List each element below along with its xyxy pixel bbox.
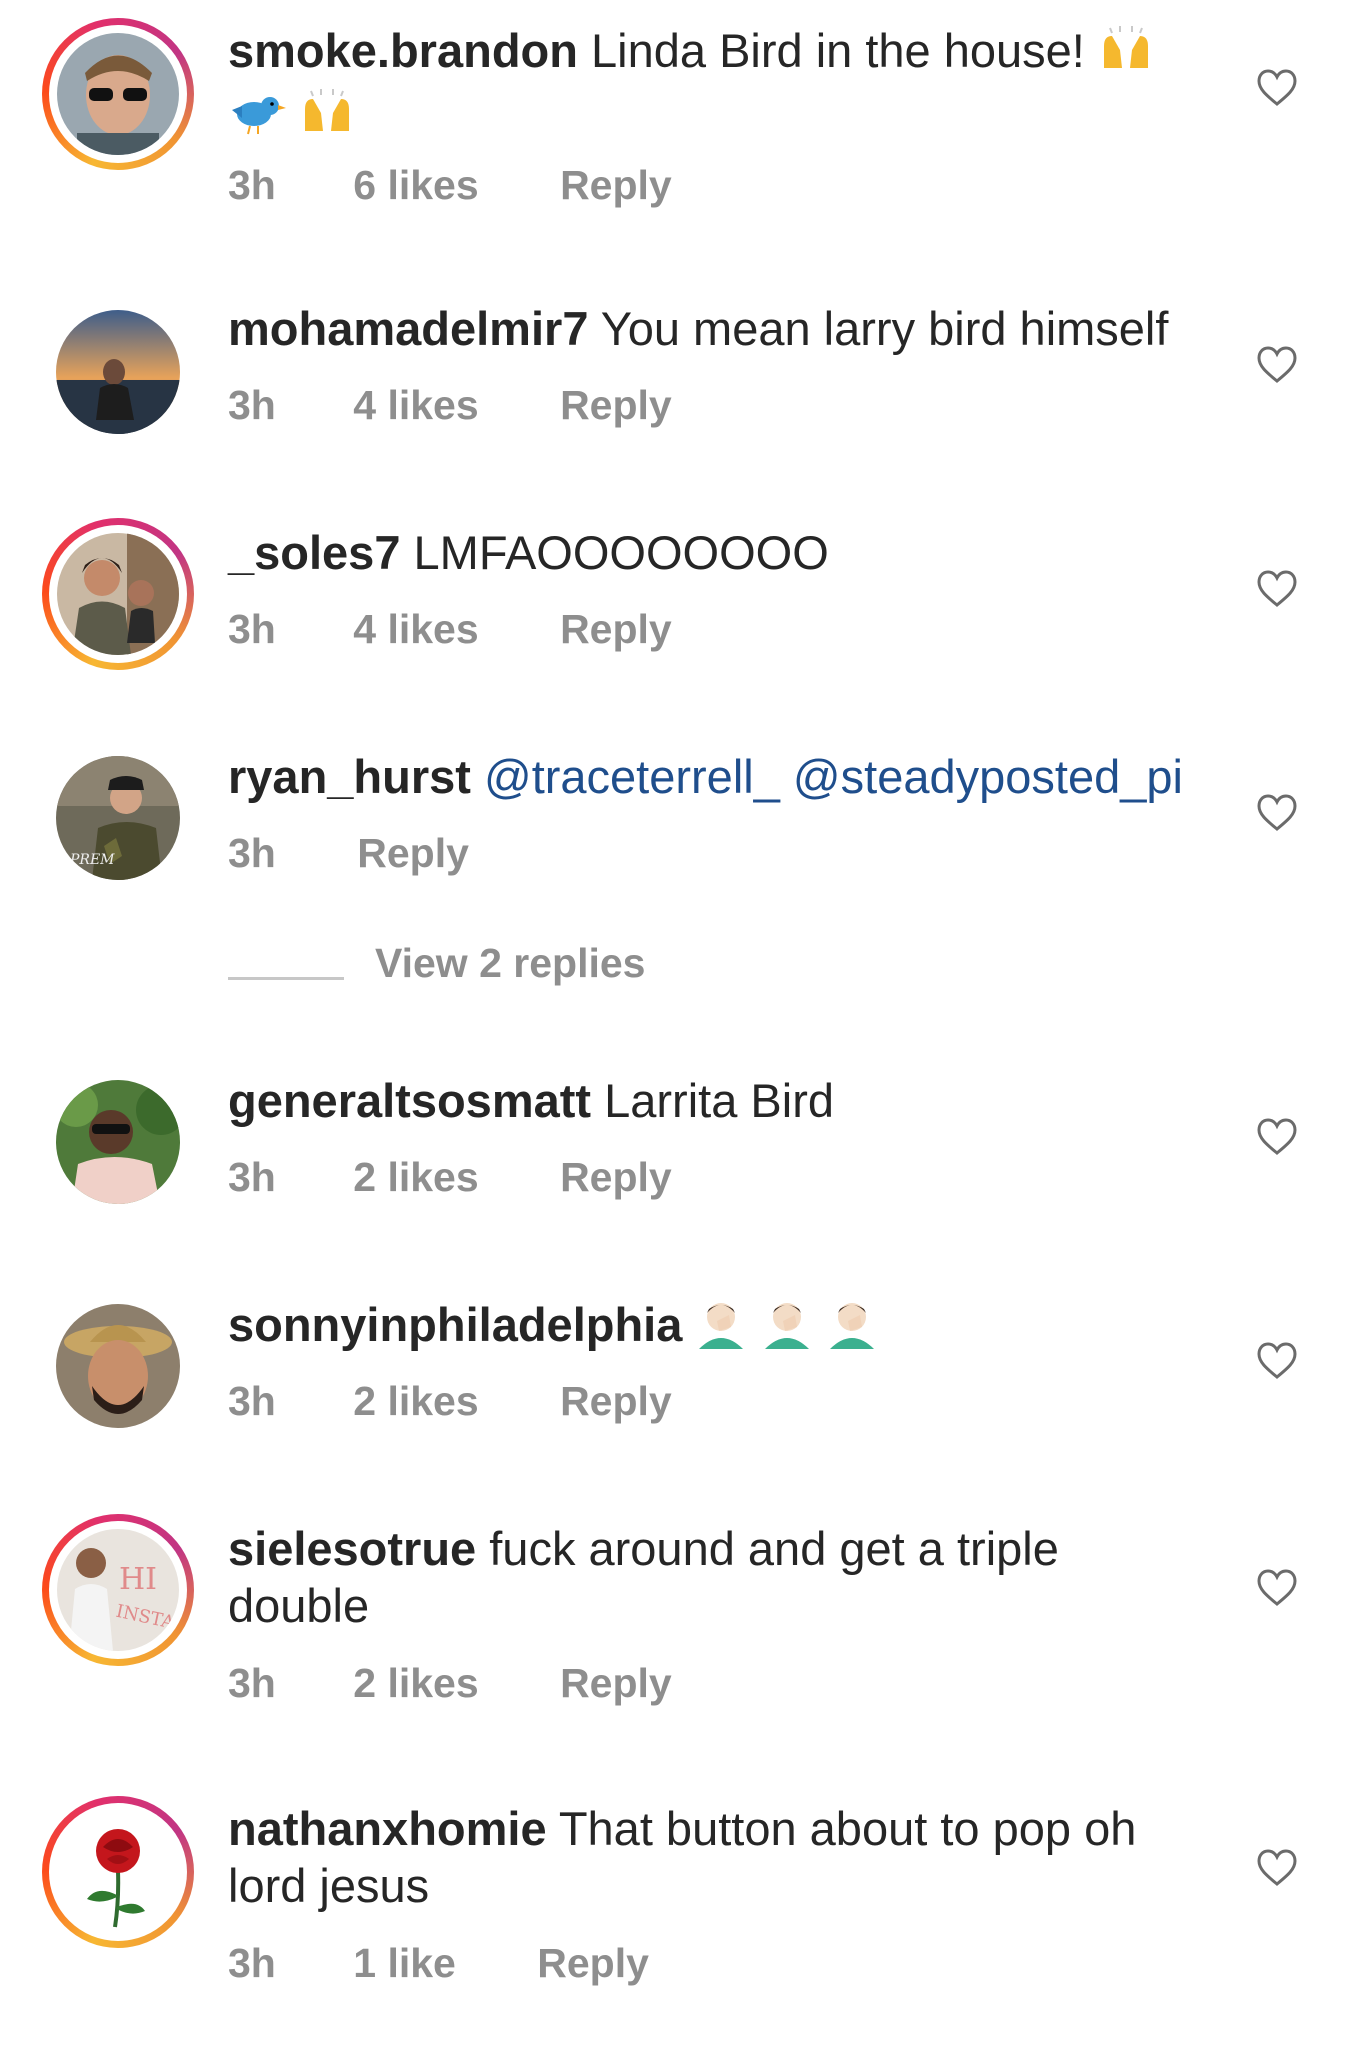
- heart-icon[interactable]: [1256, 1341, 1298, 1381]
- comment-text: You mean larry bird himself: [600, 302, 1169, 355]
- mention-link[interactable]: @steadyposted_pi: [793, 750, 1183, 803]
- comment-body: sonnyinphiladelphia: [228, 1296, 1208, 1361]
- comment-body: nathanxhomie That button about to pop oh…: [228, 1800, 1208, 1914]
- reply-button[interactable]: Reply: [537, 1940, 649, 1987]
- man-facepalming-emoji: [695, 1297, 747, 1361]
- raising-hands-emoji: [1098, 24, 1154, 86]
- heart-icon[interactable]: [1256, 68, 1298, 108]
- likes-count[interactable]: 4 likes: [353, 382, 478, 429]
- avatar: [56, 310, 180, 434]
- comment-meta: 3h 6 likes Reply: [228, 162, 672, 209]
- username[interactable]: smoke.brandon: [228, 24, 578, 77]
- avatar-wrap[interactable]: [42, 296, 194, 448]
- timestamp: 3h: [228, 382, 276, 428]
- comment-meta: 3h 4 likes Reply: [228, 382, 672, 429]
- reply-button[interactable]: Reply: [560, 1660, 672, 1707]
- reply-button[interactable]: Reply: [357, 830, 469, 877]
- replies-divider: [228, 977, 344, 980]
- timestamp: 3h: [228, 1940, 276, 1986]
- comment-meta: 3h 1 like Reply: [228, 1940, 649, 1987]
- comment-meta: 3h Reply: [228, 830, 469, 877]
- reply-button[interactable]: Reply: [560, 606, 672, 653]
- comment-body: ryan_hurst @traceterrell_ @steadyposted_…: [228, 748, 1208, 805]
- comment-body: smoke.brandon Linda Bird in the house!: [228, 22, 1208, 149]
- username[interactable]: sielesotrue: [228, 1522, 476, 1575]
- reply-button[interactable]: Reply: [560, 1154, 672, 1201]
- timestamp: 3h: [228, 162, 276, 208]
- comment-text: Larrita Bird: [604, 1074, 834, 1127]
- avatar: [57, 1811, 179, 1933]
- comment-body: sielesotrue fuck around and get a triple…: [228, 1520, 1208, 1634]
- heart-icon[interactable]: [1256, 1848, 1298, 1888]
- comment-text: Linda Bird in the house!: [591, 24, 1085, 77]
- comment-meta: 3h 2 likes Reply: [228, 1154, 672, 1201]
- comment-text: LMFAOOOOOOOO: [413, 526, 829, 579]
- avatar: PREM: [56, 756, 180, 880]
- likes-count[interactable]: 6 likes: [353, 162, 478, 209]
- reply-button[interactable]: Reply: [560, 382, 672, 429]
- timestamp: 3h: [228, 1660, 276, 1706]
- heart-icon[interactable]: [1256, 345, 1298, 385]
- timestamp: 3h: [228, 606, 276, 652]
- mention-link[interactable]: @traceterrell_: [484, 750, 780, 803]
- likes-count[interactable]: 2 likes: [353, 1660, 478, 1707]
- avatar: [56, 1304, 180, 1428]
- username[interactable]: _soles7: [228, 526, 400, 579]
- svg-text:HI: HI: [119, 1562, 157, 1597]
- comment-meta: 3h 2 likes Reply: [228, 1378, 672, 1425]
- svg-text:PREM: PREM: [69, 852, 115, 868]
- timestamp: 3h: [228, 1154, 276, 1200]
- avatar-story-ring[interactable]: [42, 1796, 194, 1948]
- likes-count[interactable]: 1 like: [353, 1940, 456, 1987]
- username[interactable]: mohamadelmir7: [228, 302, 588, 355]
- comment-body: _soles7 LMFAOOOOOOOO: [228, 524, 1208, 581]
- avatar-wrap[interactable]: PREM: [42, 742, 194, 894]
- avatar-story-ring[interactable]: [42, 518, 194, 670]
- heart-icon[interactable]: [1256, 569, 1298, 609]
- man-facepalming-emoji: [826, 1297, 878, 1361]
- avatar-wrap[interactable]: [42, 1290, 194, 1442]
- avatar-story-ring[interactable]: HI INSTA: [42, 1514, 194, 1666]
- username[interactable]: sonnyinphiladelphia: [228, 1298, 682, 1351]
- username[interactable]: generaltsosmatt: [228, 1074, 591, 1127]
- username[interactable]: nathanxhomie: [228, 1802, 547, 1855]
- raising-hands-emoji: [299, 87, 355, 149]
- avatar-story-ring[interactable]: [42, 18, 194, 170]
- heart-icon[interactable]: [1256, 1117, 1298, 1157]
- heart-icon[interactable]: [1256, 793, 1298, 833]
- likes-count[interactable]: 2 likes: [353, 1378, 478, 1425]
- avatar-wrap[interactable]: [42, 1066, 194, 1218]
- heart-icon[interactable]: [1256, 1568, 1298, 1608]
- username[interactable]: ryan_hurst: [228, 750, 471, 803]
- likes-count[interactable]: 4 likes: [353, 606, 478, 653]
- view-replies-label[interactable]: View 2 replies: [375, 940, 645, 987]
- comment-body: generaltsosmatt Larrita Bird: [228, 1072, 1208, 1129]
- likes-count[interactable]: 2 likes: [353, 1154, 478, 1201]
- comment-meta: 3h 4 likes Reply: [228, 606, 672, 653]
- comment-body: mohamadelmir7 You mean larry bird himsel…: [228, 300, 1208, 357]
- comment-meta: 3h 2 likes Reply: [228, 1660, 672, 1707]
- bird-emoji: [228, 88, 286, 148]
- reply-button[interactable]: Reply: [560, 162, 672, 209]
- timestamp: 3h: [228, 1378, 276, 1424]
- reply-button[interactable]: Reply: [560, 1378, 672, 1425]
- avatar: HI INSTA: [57, 1529, 179, 1651]
- avatar: [57, 33, 179, 155]
- avatar: [57, 533, 179, 655]
- avatar: [56, 1080, 180, 1204]
- timestamp: 3h: [228, 830, 276, 876]
- man-facepalming-emoji: [761, 1297, 813, 1361]
